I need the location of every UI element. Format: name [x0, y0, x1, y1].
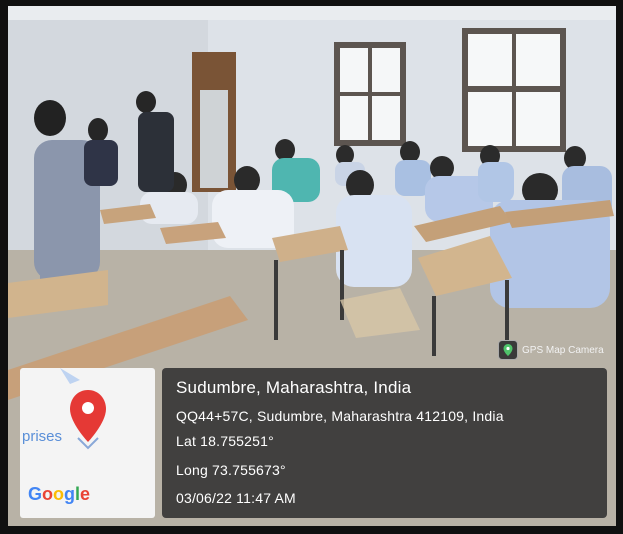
google-logo-letter: o	[42, 484, 54, 504]
google-logo: Google	[28, 484, 90, 505]
location-longitude: Long 73.755673°	[176, 462, 286, 478]
location-overlay: Sudumbre, Maharashtra, India QQ44+57C, S…	[162, 368, 607, 518]
window-left	[334, 42, 406, 146]
location-latitude: Lat 18.755251°	[176, 433, 274, 449]
google-logo-letter: G	[28, 484, 43, 504]
map-place-label: prises	[22, 428, 63, 445]
classroom-photo: GPS Map Camera prises Google Sudumbre, M…	[0, 0, 623, 534]
location-title: Sudumbre, Maharashtra, India	[176, 378, 412, 397]
google-logo-letter: g	[64, 484, 76, 504]
location-address: QQ44+57C, Sudumbre, Maharashtra 412109, …	[176, 408, 504, 424]
map-thumbnail: prises Google	[20, 368, 155, 518]
map-pin-icon	[498, 340, 518, 360]
google-logo-letter: e	[80, 484, 91, 504]
gps-map-camera-badge: GPS Map Camera	[498, 340, 604, 360]
google-logo-letter: o	[53, 484, 65, 504]
location-datetime: 03/06/22 11:47 AM	[176, 490, 296, 506]
window-right	[462, 28, 566, 152]
gps-badge-label: GPS Map Camera	[522, 344, 604, 356]
